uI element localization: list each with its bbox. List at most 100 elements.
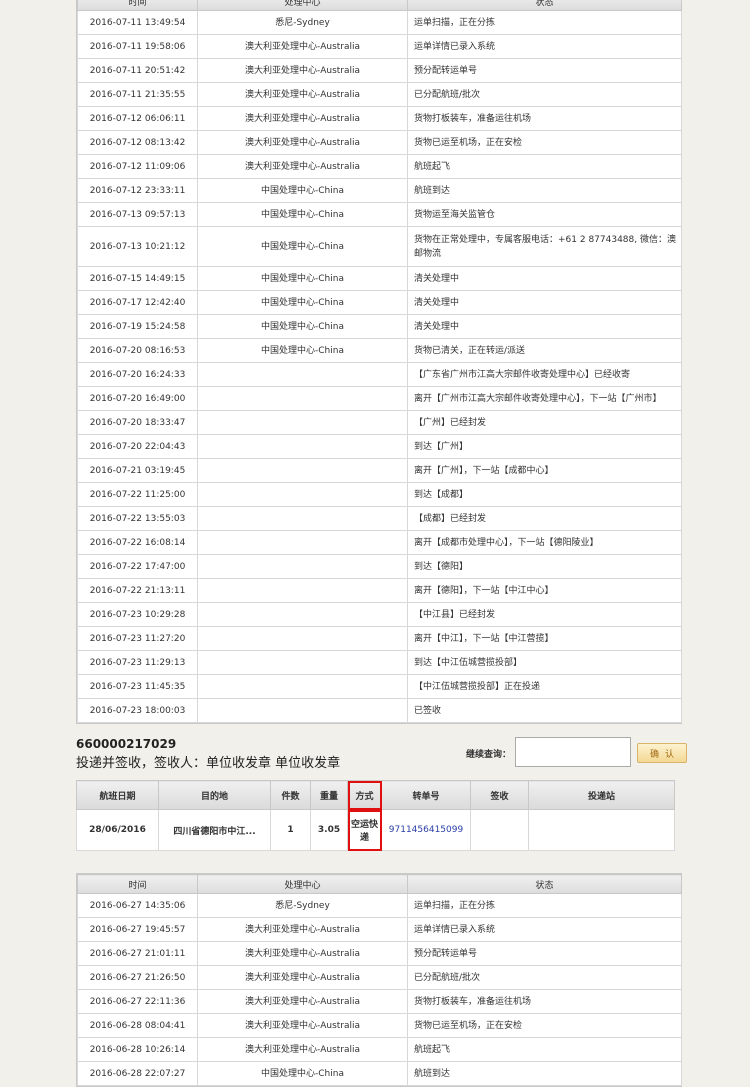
row-center: [197, 674, 408, 699]
row-center: 澳大利亚处理中心-Australia: [197, 941, 408, 966]
row-center: 澳大利亚处理中心-Australia: [197, 917, 408, 942]
row-time: 2016-07-12 08:13:42: [77, 130, 198, 155]
tracking-header-row: 时间 处理中心 状态: [77, 0, 682, 11]
row-center: [197, 386, 408, 411]
row-time: 2016-07-23 10:29:28: [77, 602, 198, 627]
tracking-row: 2016-07-11 13:49:54 悉尼-Sydney 运单扫描，正在分拣: [77, 10, 682, 35]
header-center: 处理中心: [197, 0, 408, 11]
row-status: 航班起飞: [407, 1037, 682, 1062]
row-center: [197, 554, 408, 579]
row-time: 2016-07-11 13:49:54: [77, 10, 198, 35]
tracking-header-row: 时间 处理中心 状态: [77, 874, 682, 894]
row-center: 悉尼-Sydney: [197, 893, 408, 918]
flight-info-table: 航班日期 目的地 件数 重量 方式 转单号 签收 投递站 28/06/2016 …: [76, 780, 675, 851]
row-time: 2016-07-20 22:04:43: [77, 434, 198, 459]
confirm-button[interactable]: 确认: [637, 743, 687, 763]
tracking-row: 2016-06-27 21:26:50 澳大利亚处理中心-Australia 已分配…: [77, 965, 682, 990]
row-status: 清关处理中: [407, 266, 682, 291]
tracking-row: 2016-07-22 13:55:03 【成都】已经封发: [77, 506, 682, 531]
tracking-row: 2016-07-23 18:00:03 已签收: [77, 698, 682, 723]
tracking-row: 2016-06-28 10:26:14 澳大利亚处理中心-Australia 航班起…: [77, 1037, 682, 1062]
header-method: 方式: [347, 780, 382, 810]
row-time: 2016-07-22 17:47:00: [77, 554, 198, 579]
tracking-row: 2016-06-27 21:01:11 澳大利亚处理中心-Australia 预分配…: [77, 941, 682, 966]
row-status: 已分配航班/批次: [407, 82, 682, 107]
row-time: 2016-06-27 22:11:36: [77, 989, 198, 1014]
waybill-number: 660000217029: [76, 737, 177, 751]
row-center: 中国处理中心-China: [197, 178, 408, 203]
flight-method: 空运快递: [347, 809, 382, 851]
row-time: 2016-07-20 18:33:47: [77, 410, 198, 435]
row-status: 【中江县】已经封发: [407, 602, 682, 627]
header-transfer-no: 转单号: [381, 780, 471, 810]
row-time: 2016-07-22 13:55:03: [77, 506, 198, 531]
tracking-row: 2016-07-23 10:29:28 【中江县】已经封发: [77, 602, 682, 627]
tracking-row: 2016-07-12 06:06:11 澳大利亚处理中心-Australia 货物打…: [77, 106, 682, 131]
tracking-row: 2016-06-28 08:04:41 澳大利亚处理中心-Australia 货物已…: [77, 1013, 682, 1038]
row-center: 澳大利亚处理中心-Australia: [197, 34, 408, 59]
row-time: 2016-07-11 19:58:06: [77, 34, 198, 59]
row-status: 预分配转运单号: [407, 941, 682, 966]
tracking-row: 2016-07-20 08:16:53 中国处理中心-China 货物已清关，正在转…: [77, 338, 682, 363]
row-status: 航班起飞: [407, 154, 682, 179]
row-time: 2016-07-13 09:57:13: [77, 202, 198, 227]
tracking-row: 2016-07-11 19:58:06 澳大利亚处理中心-Australia 运单详…: [77, 34, 682, 59]
tracking-row: 2016-06-27 19:45:57 澳大利亚处理中心-Australia 运单详…: [77, 917, 682, 942]
row-status: 【广东省广州市江高大宗邮件收寄处理中心】已经收寄: [407, 362, 682, 387]
tracking-row: 2016-07-20 22:04:43 到达【广州】: [77, 434, 682, 459]
transfer-number-link[interactable]: 9711456415099: [381, 809, 471, 851]
row-time: 2016-07-20 08:16:53: [77, 338, 198, 363]
row-status: 到达【中江伍城营揽投部】: [407, 650, 682, 675]
tracking-row: 2016-07-23 11:45:35 【中江伍城营揽投部】正在投递: [77, 674, 682, 699]
row-status: 运单扫描，正在分拣: [407, 893, 682, 918]
row-time: 2016-07-12 11:09:06: [77, 154, 198, 179]
row-status: 离开【德阳】，下一站【中江中心】: [407, 578, 682, 603]
tracking-row: 2016-07-12 11:09:06 澳大利亚处理中心-Australia 航班起…: [77, 154, 682, 179]
row-center: 澳大利亚处理中心-Australia: [197, 989, 408, 1014]
row-center: 中国处理中心-China: [197, 290, 408, 315]
row-time: 2016-07-11 20:51:42: [77, 58, 198, 83]
row-center: 中国处理中心-China: [197, 226, 408, 267]
row-status: 航班到达: [407, 178, 682, 203]
tracking-table-1: 时间 处理中心 状态 2016-07-11 13:49:54 悉尼-Sydney 运…: [76, 0, 682, 724]
tracking-row: 2016-07-20 16:49:00 离开【广州市江高大宗邮件收寄处理中心】，下…: [77, 386, 682, 411]
row-status: 清关处理中: [407, 290, 682, 315]
flight-weight: 3.05: [310, 809, 348, 851]
row-status: 已分配航班/批次: [407, 965, 682, 990]
row-time: 2016-07-20 16:49:00: [77, 386, 198, 411]
row-center: [197, 650, 408, 675]
row-time: 2016-06-27 21:01:11: [77, 941, 198, 966]
row-status: 到达【成都】: [407, 482, 682, 507]
tracking-row: 2016-07-23 11:27:20 离开【中江】，下一站【中江营揽】: [77, 626, 682, 651]
flight-row: 28/06/2016 四川省德阳市中江... 1 3.05 空运快递 97114…: [76, 809, 675, 851]
row-time: 2016-06-27 21:26:50: [77, 965, 198, 990]
row-center: 澳大利亚处理中心-Australia: [197, 154, 408, 179]
row-status: 货物在正常处理中，专属客服电话：+61 2 87743488, 微信：澳邮物流: [407, 226, 682, 267]
header-sign: 签收: [470, 780, 529, 810]
row-status: 清关处理中: [407, 314, 682, 339]
row-status: 【成都】已经封发: [407, 506, 682, 531]
row-time: 2016-07-17 12:42:40: [77, 290, 198, 315]
row-status: 已签收: [407, 698, 682, 723]
row-status: 运单扫描，正在分拣: [407, 10, 682, 35]
row-time: 2016-07-12 06:06:11: [77, 106, 198, 131]
tracking-row: 2016-07-22 21:13:11 离开【德阳】，下一站【中江中心】: [77, 578, 682, 603]
row-center: 中国处理中心-China: [197, 202, 408, 227]
tracking-row: 2016-07-12 23:33:11 中国处理中心-China 航班到达: [77, 178, 682, 203]
row-center: 中国处理中心-China: [197, 338, 408, 363]
tracking-row: 2016-06-27 14:35:06 悉尼-Sydney 运单扫描，正在分拣: [77, 893, 682, 918]
row-status: 预分配转运单号: [407, 58, 682, 83]
row-time: 2016-07-22 16:08:14: [77, 530, 198, 555]
row-center: 澳大利亚处理中心-Australia: [197, 1013, 408, 1038]
row-status: 离开【广州】，下一站【成都中心】: [407, 458, 682, 483]
header-pieces: 件数: [270, 780, 311, 810]
header-center: 处理中心: [197, 874, 408, 894]
row-status: 运单详情已录入系统: [407, 917, 682, 942]
delivery-status-text: 投递并签收，签收人：单位收发章 单位收发章: [76, 756, 341, 771]
row-center: 中国处理中心-China: [197, 266, 408, 291]
row-center: [197, 506, 408, 531]
tracking-row: 2016-07-12 08:13:42 澳大利亚处理中心-Australia 货物已…: [77, 130, 682, 155]
query-input[interactable]: [515, 737, 631, 767]
row-center: [197, 602, 408, 627]
header-station: 投递站: [528, 780, 675, 810]
